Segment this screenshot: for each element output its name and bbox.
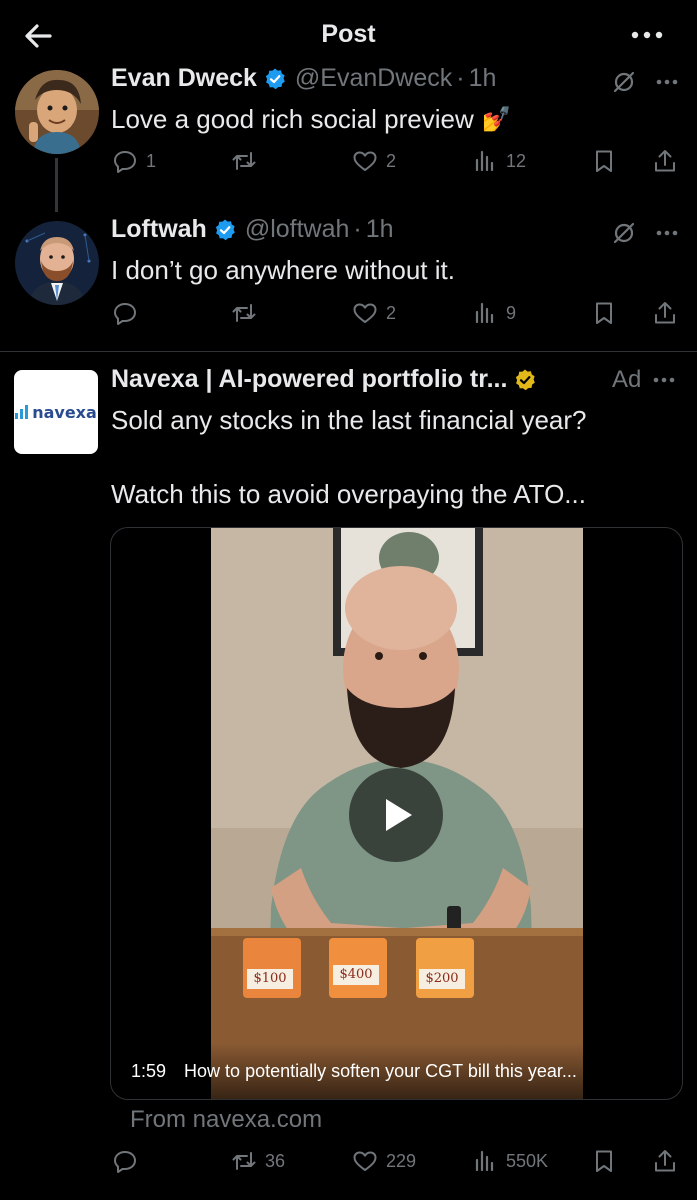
retweet-icon bbox=[232, 152, 256, 170]
heart-icon bbox=[353, 151, 377, 171]
tweet-text: Love a good rich social preview bbox=[111, 104, 474, 134]
retweet-icon bbox=[232, 304, 256, 322]
timestamp[interactable]: 1h bbox=[366, 215, 394, 244]
reply-icon bbox=[114, 303, 136, 325]
avatar-loftwah[interactable] bbox=[15, 221, 99, 305]
views-button[interactable]: 550K bbox=[472, 1148, 548, 1174]
tweet-controls-evan bbox=[612, 70, 680, 94]
share-button[interactable] bbox=[652, 300, 678, 326]
more-icon[interactable] bbox=[654, 70, 680, 94]
ad-text-line-1: Sold any stocks in the last financial ye… bbox=[111, 405, 587, 435]
share-icon bbox=[655, 302, 675, 324]
tweet-text-evan: Love a good rich social preview 💅 bbox=[111, 104, 512, 135]
ad-label: Ad bbox=[612, 366, 642, 393]
price-tag: $200 bbox=[419, 969, 465, 989]
bar-chart-logo-icon bbox=[15, 405, 29, 419]
page-title: Post bbox=[321, 20, 376, 48]
like-button[interactable]: 2 bbox=[352, 148, 396, 174]
retweet-button[interactable] bbox=[231, 148, 265, 174]
reply-icon bbox=[114, 1151, 136, 1173]
divider bbox=[0, 351, 697, 352]
video-duration: 1:59 bbox=[131, 1060, 167, 1081]
views-button[interactable]: 12 bbox=[472, 148, 526, 174]
like-count: 2 bbox=[386, 150, 397, 171]
ad-actions: 36 229 550K bbox=[0, 1148, 697, 1182]
timestamp[interactable]: 1h bbox=[469, 64, 497, 93]
reply-button[interactable] bbox=[112, 1148, 146, 1174]
ad-text-line-2: Watch this to avoid overpaying the ATO..… bbox=[111, 479, 586, 509]
view-count: 9 bbox=[506, 302, 517, 323]
top-bar: Post bbox=[0, 0, 697, 68]
analytics-icon bbox=[475, 1150, 494, 1172]
separator-dot: · bbox=[353, 215, 362, 243]
retweet-button[interactable] bbox=[231, 300, 265, 326]
play-icon bbox=[386, 799, 412, 831]
retweet-button[interactable]: 36 bbox=[231, 1148, 285, 1174]
grok-icon[interactable] bbox=[612, 221, 636, 245]
author-handle[interactable]: @loftwah bbox=[245, 215, 350, 244]
author-name[interactable]: Evan Dweck bbox=[111, 64, 257, 93]
verified-badge-icon bbox=[215, 219, 235, 240]
bookmark-icon bbox=[596, 1150, 612, 1172]
bookmark-button[interactable] bbox=[591, 148, 617, 174]
like-count: 2 bbox=[386, 302, 397, 323]
author-handle[interactable]: @EvanDweck bbox=[295, 64, 452, 93]
price-tag: $400 bbox=[333, 965, 379, 985]
share-button[interactable] bbox=[652, 148, 678, 174]
retweet-icon bbox=[232, 1152, 256, 1170]
reply-button[interactable]: 1 bbox=[112, 148, 156, 174]
author-name[interactable]: Loftwah bbox=[111, 215, 207, 244]
video-card[interactable]: $100 $400 $200 1:59 How to potentially s… bbox=[110, 527, 683, 1100]
reply-count: 1 bbox=[146, 150, 157, 171]
reply-button[interactable] bbox=[112, 300, 146, 326]
tweet-actions-evan: 1 2 12 bbox=[0, 148, 697, 182]
video-caption: How to potentially soften your CGT bill … bbox=[184, 1060, 577, 1081]
video-info-bar: 1:59 How to potentially soften your CGT … bbox=[111, 1043, 682, 1099]
bookmark-button[interactable] bbox=[591, 300, 617, 326]
price-tag: $100 bbox=[247, 969, 293, 989]
nail-polish-emoji: 💅 bbox=[481, 106, 512, 133]
share-button[interactable] bbox=[652, 1148, 678, 1174]
bookmark-icon bbox=[596, 150, 612, 172]
analytics-icon bbox=[475, 302, 494, 324]
like-count: 229 bbox=[386, 1150, 417, 1171]
ad-header: Navexa | AI-powered portfolio tr... bbox=[111, 365, 587, 394]
more-icon bbox=[631, 31, 663, 39]
like-button[interactable]: 229 bbox=[352, 1148, 416, 1174]
tweet-header-loftwah: Loftwah @loftwah · 1h bbox=[111, 215, 677, 244]
logo-wordmark: navexa bbox=[32, 402, 97, 422]
view-count: 12 bbox=[506, 150, 527, 171]
reply-icon bbox=[114, 151, 136, 173]
view-count: 550K bbox=[506, 1150, 549, 1171]
avatar-evan[interactable] bbox=[15, 70, 99, 154]
grok-icon[interactable] bbox=[612, 70, 636, 94]
views-button[interactable]: 9 bbox=[472, 300, 516, 326]
separator-dot: · bbox=[456, 64, 465, 92]
verified-gold-badge-icon bbox=[516, 369, 536, 390]
source-link[interactable]: From navexa.com bbox=[130, 1106, 322, 1134]
tweet-text: I don’t go anywhere without it. bbox=[111, 255, 455, 285]
bookmark-icon bbox=[596, 302, 612, 324]
verified-badge-icon bbox=[265, 68, 285, 89]
heart-icon bbox=[353, 303, 377, 323]
share-icon bbox=[655, 1150, 675, 1172]
analytics-icon bbox=[475, 150, 494, 172]
tweet-actions-loftwah: 2 9 bbox=[0, 300, 697, 334]
like-button[interactable]: 2 bbox=[352, 300, 396, 326]
advertiser-logo[interactable]: navexa bbox=[14, 370, 98, 454]
more-options-button[interactable] bbox=[627, 20, 667, 50]
share-icon bbox=[655, 150, 675, 172]
tweet-controls-loftwah bbox=[612, 221, 680, 245]
bookmark-button[interactable] bbox=[591, 1148, 617, 1174]
more-icon[interactable] bbox=[651, 368, 677, 392]
advertiser-name[interactable]: Navexa | AI-powered portfolio tr... bbox=[111, 365, 507, 394]
more-icon[interactable] bbox=[654, 221, 680, 245]
play-button[interactable] bbox=[349, 768, 443, 862]
retweet-count: 36 bbox=[265, 1150, 286, 1171]
ad-controls: Ad bbox=[612, 366, 677, 394]
tweet-header-evan: Evan Dweck @EvanDweck · 1h bbox=[111, 64, 677, 93]
heart-icon bbox=[353, 1151, 377, 1171]
